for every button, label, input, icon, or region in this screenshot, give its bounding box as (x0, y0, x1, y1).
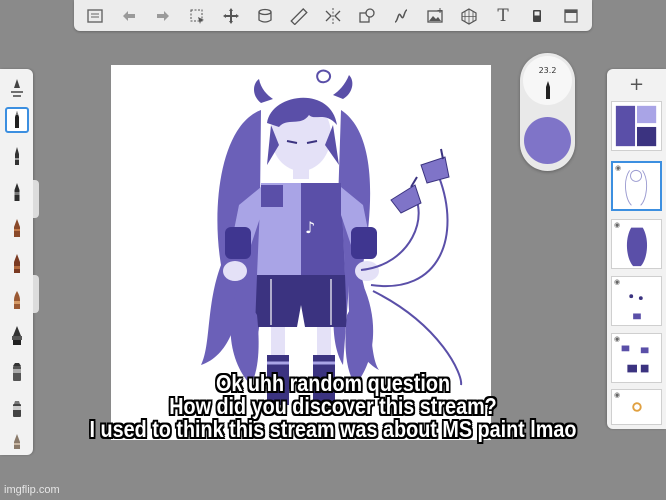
fill-icon[interactable] (526, 5, 548, 27)
brush-panel-handle-lower[interactable] (33, 275, 39, 313)
undo-icon[interactable] (118, 5, 140, 27)
transform-icon[interactable] (220, 5, 242, 27)
brush-puck[interactable]: 23.2 (520, 53, 575, 171)
eye-icon[interactable]: ◉ (615, 164, 621, 172)
imgflip-watermark: imgflip.com (4, 484, 60, 496)
layer-thumbnail[interactable]: ◉ (611, 219, 662, 269)
layer-stack-icon[interactable] (254, 5, 276, 27)
shape-icon[interactable] (356, 5, 378, 27)
selection-icon[interactable] (186, 5, 208, 27)
text-icon[interactable]: T (492, 5, 514, 27)
fullscreen-icon[interactable] (560, 5, 582, 27)
list-icon[interactable] (84, 5, 106, 27)
text-icon-glyph: T (497, 5, 509, 26)
meme-caption: Ok uhh random question How did you disco… (0, 372, 666, 441)
layer-thumbnail[interactable] (611, 101, 662, 151)
caption-line-3: I used to think this stream was about MS… (89, 416, 577, 442)
image-icon[interactable] (424, 5, 446, 27)
redo-icon[interactable] (152, 5, 174, 27)
brush-add-icon[interactable] (5, 75, 29, 101)
caption-line-2: How did you discover this stream? (169, 393, 497, 419)
pen-icon (546, 81, 550, 99)
pencil-icon[interactable] (5, 143, 29, 169)
symmetry-icon[interactable] (322, 5, 344, 27)
marker-icon[interactable] (5, 179, 29, 205)
airbrush-icon[interactable] (5, 251, 29, 277)
curve-icon[interactable] (390, 5, 412, 27)
paintbrush-icon[interactable] (5, 287, 29, 313)
pen-icon[interactable] (5, 107, 29, 133)
perspective-icon[interactable] (458, 5, 480, 27)
layer-thumbnail[interactable]: ◉ (611, 276, 662, 326)
top-toolbar: T (74, 0, 592, 31)
brush-size-control[interactable]: 23.2 (523, 56, 572, 105)
eye-icon[interactable]: ◉ (614, 335, 620, 343)
brush-panel-handle[interactable] (33, 180, 39, 218)
current-color-swatch[interactable] (524, 117, 571, 164)
eye-icon[interactable]: ◉ (614, 221, 620, 229)
svg-text:♪: ♪ (305, 218, 315, 237)
crayon-icon[interactable] (5, 215, 29, 241)
brush-size-value: 23.2 (538, 66, 557, 75)
add-layer-button[interactable]: + (607, 75, 666, 95)
caption-line-1: Ok uhh random question (215, 370, 451, 396)
inkpen-icon[interactable] (5, 323, 29, 349)
ruler-icon[interactable] (288, 5, 310, 27)
eye-icon[interactable]: ◉ (614, 278, 620, 286)
layer-thumbnail-selected[interactable]: ◉ (611, 161, 662, 211)
